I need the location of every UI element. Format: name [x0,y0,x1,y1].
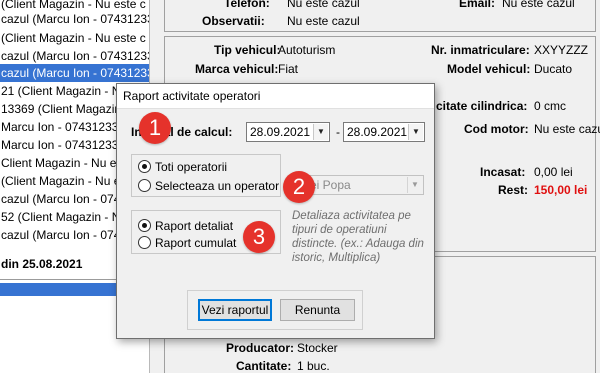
model-value: Ducato [534,62,573,76]
chevron-down-icon[interactable]: ▼ [408,124,423,140]
rest-label: Rest: [498,183,529,197]
cantitate-value: 1 buc. [297,359,330,373]
marca-value: Fiat [278,62,299,76]
date-range-dash: - [336,125,340,139]
list-item[interactable]: cazul (Marcu Ion - 074312332 [0,64,149,82]
chevron-down-icon[interactable]: ▼ [407,177,422,193]
list-item[interactable]: Marcu Ion - 074312332 [0,136,125,154]
email-value: Nu este cazul [502,0,575,10]
tip-vehicul-label: Tip vehicul: [214,43,281,57]
producator-value: Stocker [297,341,338,355]
list-date-label: din 25.08.2021 [1,257,83,271]
step-marker-3: 3 [243,221,275,253]
nr-inmatriculare-value: XXYYZZZ [534,43,589,57]
observatii-value: Nu este cazul [287,14,360,28]
cod-motor-value: Nu este cazu [534,122,600,136]
radio-all-operators[interactable]: Toti operatorii [138,159,227,175]
radio-unselected-icon[interactable] [138,179,151,192]
incasat-label: Incasat: [480,165,526,179]
radio-unselected-icon[interactable] [138,236,151,249]
list-item[interactable]: (Client Magazin - Nu este c [0,29,146,47]
date-from-picker[interactable]: 28.09.2021 ▼ [246,122,330,142]
operator-select-value: ei Popa [310,178,351,192]
chevron-down-icon[interactable]: ▼ [313,124,328,140]
radio-detailed-label: Raport detaliat [155,219,234,233]
model-label: Model vehicul: [447,62,531,76]
operator-select[interactable]: ei Popa ▼ [306,175,424,195]
capacitate-label: citate cilindrica: [436,99,528,113]
cod-motor-label: Cod motor: [464,122,529,136]
date-to-value: 28.09.2021 [347,125,408,139]
nr-inmatriculare-label: Nr. inmatriculare: [431,43,530,57]
radio-select-operator[interactable]: Selecteaza un operator [138,178,279,194]
view-report-label: Vezi raportul [201,303,269,317]
telefon-value: Nu este cazul [287,0,360,10]
tip-vehicul-value: Autoturism [278,43,336,57]
step-marker-2: 2 [283,171,315,203]
radio-all-operators-label: Toti operatorii [155,160,228,174]
list-item[interactable]: Marcu Ion - 074312332 [0,118,125,136]
date-to-picker[interactable]: 28.09.2021 ▼ [343,122,425,142]
cancel-label: Renunta [294,303,341,317]
list-item[interactable]: cazul (Marcu Ion - 074312332 [0,10,149,28]
telefon-label: Telefon: [224,0,270,10]
list-item[interactable]: Client Magazin - Nu este [0,154,132,172]
radio-detailed-report[interactable]: Raport detaliat [138,218,233,234]
radio-cumulative-report[interactable]: Raport cumulat [138,235,236,251]
cancel-button[interactable]: Renunta [280,299,355,321]
incasat-value: 0,00 lei [534,165,573,179]
observatii-label: Observatii: [202,14,265,28]
radio-selected-icon[interactable] [138,219,151,232]
list-item[interactable]: cazul (Marcu Ion - 074312332 [0,47,149,65]
step-marker-1: 1 [139,112,171,144]
radio-selected-icon[interactable] [138,160,151,173]
radio-select-operator-label: Selecteaza un operator [155,179,280,193]
date-from-value: 28.09.2021 [250,125,311,139]
report-hint-text: Detaliaza activitatea pe tipuri de opera… [292,210,424,264]
dialog-title: Raport activitate operatori [117,84,434,109]
cantitate-label: Cantitate: [236,359,292,373]
radio-cumulative-label: Raport cumulat [155,236,237,250]
producator-label: Producator: [226,341,295,355]
view-report-button[interactable]: Vezi raportul [198,299,272,321]
marca-label: Marca vehicul: [195,62,279,76]
rest-value: 150,00 lei [534,183,588,197]
email-label: Email: [459,0,496,10]
capacitate-value: 0 cmc [534,99,567,113]
